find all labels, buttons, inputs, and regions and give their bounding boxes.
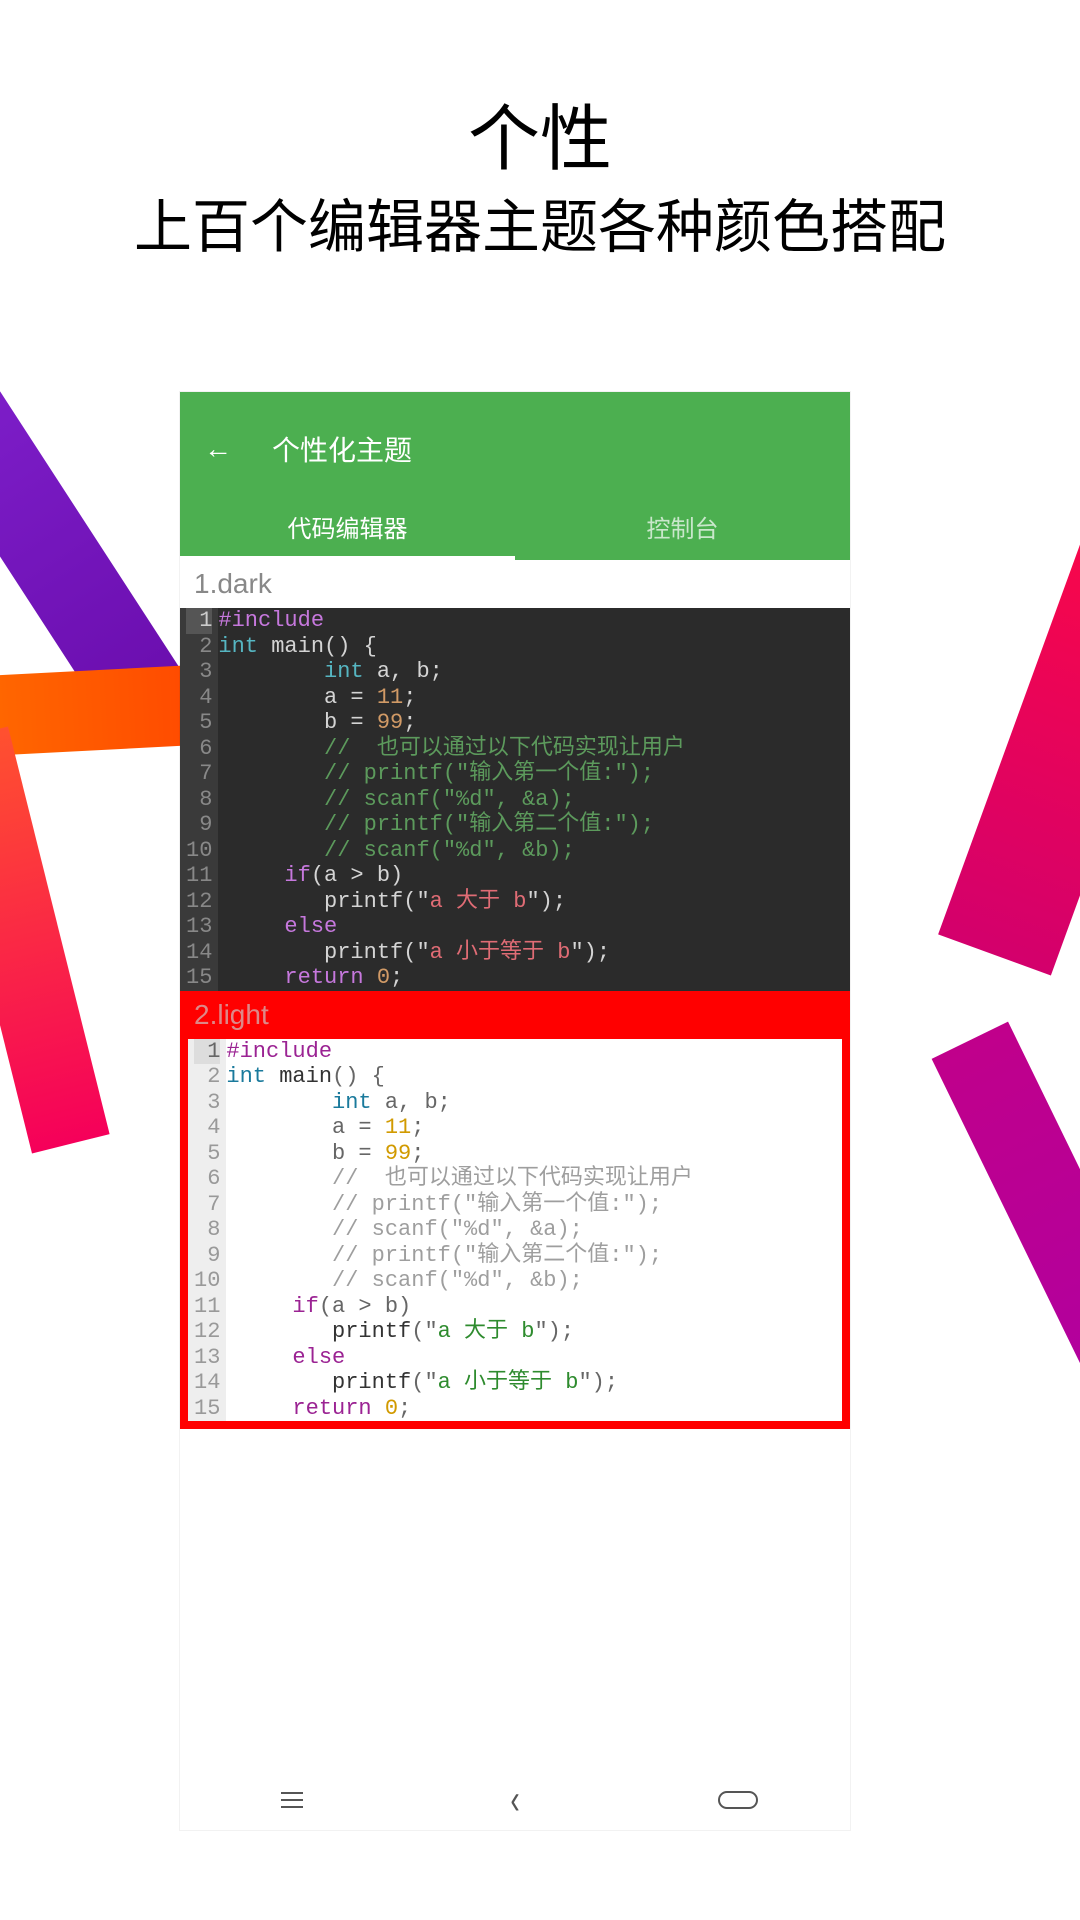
app-header: ← 个性化主题	[180, 392, 850, 505]
decoration-bar-magenta	[932, 1022, 1080, 1419]
code-dark: #include int main() { int a, b; a = 11; …	[218, 608, 850, 991]
nav-back-button[interactable]: ‹	[495, 1780, 535, 1820]
hero-subtitle: 上百个编辑器主题各种颜色搭配	[0, 180, 1080, 264]
back-arrow-icon[interactable]: ←	[204, 433, 232, 465]
tab-code-editor[interactable]: 代码编辑器	[180, 505, 515, 560]
tab-console[interactable]: 控制台	[515, 505, 850, 560]
gutter-light: 123456789101112131415	[188, 1039, 226, 1422]
code-light: #include int main() { int a, b; a = 11; …	[226, 1039, 842, 1422]
code-editor-dark[interactable]: 123456789101112131415 #include int main(…	[180, 608, 850, 991]
decoration-bar-pink	[938, 465, 1080, 976]
phone-screenshot: ← 个性化主题 代码编辑器 控制台 1.dark 123456789101112…	[180, 392, 850, 1830]
gutter-dark: 123456789101112131415	[180, 608, 218, 991]
code-editor-light[interactable]: 123456789101112131415 #include int main(…	[188, 1039, 842, 1422]
header-title: 个性化主题	[272, 429, 412, 469]
theme-label-light[interactable]: 2.light	[180, 991, 850, 1039]
tabs: 代码编辑器 控制台	[180, 505, 850, 560]
decoration-bar-red	[0, 727, 110, 1154]
theme-label-dark[interactable]: 1.dark	[180, 560, 850, 608]
theme-light-selected-frame: 123456789101112131415 #include int main(…	[180, 1039, 850, 1430]
nav-home-button[interactable]	[718, 1780, 758, 1820]
nav-menu-button[interactable]	[272, 1780, 312, 1820]
chevron-left-icon: ‹	[510, 1776, 519, 1824]
menu-icon	[281, 1792, 303, 1808]
home-pill-icon	[718, 1791, 758, 1809]
hero-title: 个性	[0, 80, 1080, 185]
android-navbar: ‹	[180, 1770, 850, 1830]
